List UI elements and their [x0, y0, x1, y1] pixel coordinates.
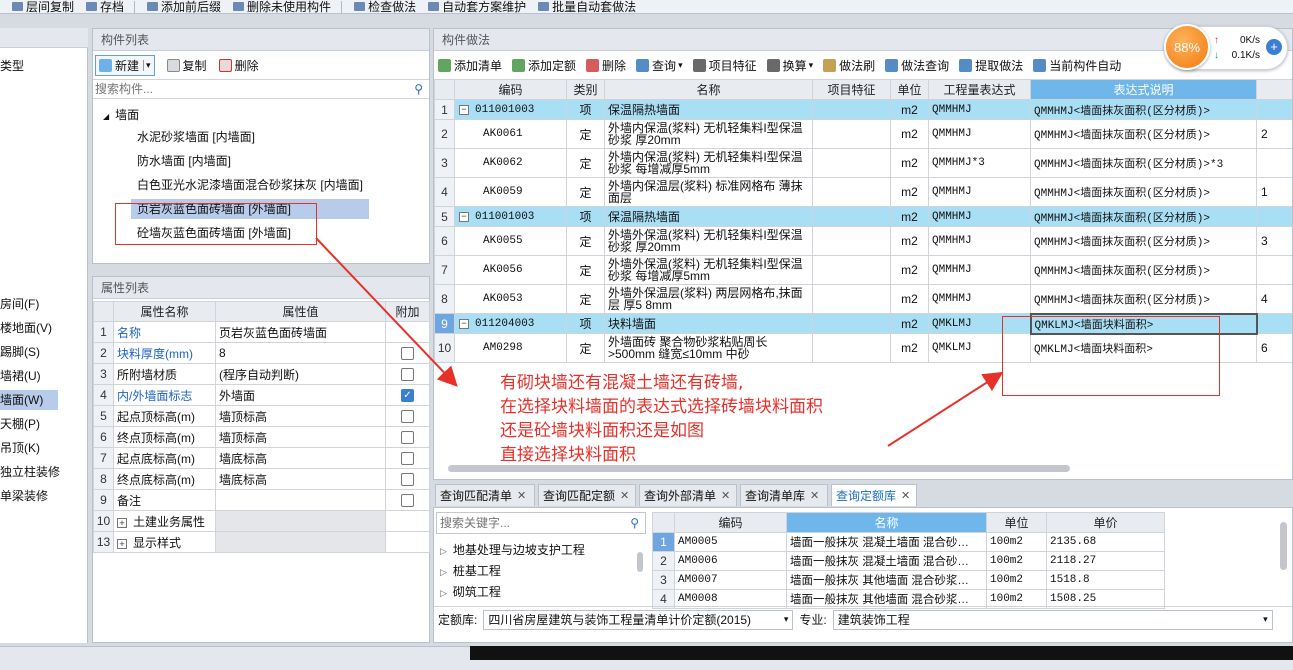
- quota-column-header[interactable]: 单价: [1046, 512, 1165, 533]
- quota-unit-cell: 100m2: [986, 532, 1047, 552]
- close-icon[interactable]: ✕: [810, 489, 819, 502]
- quota-select-value: 四川省房屋建筑与装饰工程量清单计价定额(2015): [488, 613, 752, 627]
- close-icon[interactable]: ✕: [721, 489, 730, 502]
- quota-footer: 定额库: 四川省房屋建筑与装饰工程量清单计价定额(2015) ▾ 专业: 建筑装饰…: [434, 606, 1292, 632]
- close-icon[interactable]: ✕: [901, 489, 910, 502]
- quota-unit-cell: 100m2: [986, 551, 1047, 571]
- download-arrow-icon: ↓: [1214, 50, 1219, 61]
- bottom-tab[interactable]: 查询清单库 ✕: [740, 484, 828, 506]
- bottom-tab-label: 查询定额库: [836, 489, 897, 503]
- major-label: 专业:: [799, 613, 827, 627]
- row-number: 2: [652, 551, 675, 571]
- quota-code-cell: AM0007: [674, 570, 787, 590]
- quota-code-cell: AM0006: [674, 551, 787, 571]
- close-icon[interactable]: ✕: [620, 489, 629, 502]
- quota-row[interactable]: 1 AM0005 墙面一般抹灰 混凝土墙面 混合砂… 100m2 2135.68: [652, 532, 1165, 552]
- bottom-tab-label: 查询匹配定额: [543, 489, 616, 503]
- bottom-tab[interactable]: 查询定额库 ✕: [831, 484, 917, 506]
- quota-price-cell: 1518.8: [1046, 570, 1165, 590]
- quota-name-cell: 墙面一般抹灰 其他墙面 混合砂浆…: [786, 570, 987, 590]
- bottom-content: ⚲ ▷地基处理与边坡支护工程▷桩基工程▷砌筑工程 编码名称单位单价 1AM000…: [433, 507, 1293, 643]
- quota-table: 编码 名称 单位 单价 1 AM0005 墙面一般抹灰 混凝土墙面 混合砂… 100m2 21…: [652, 512, 1165, 609]
- status-dark-area: [470, 646, 1293, 660]
- quota-tree-item[interactable]: ▷ 地基处理与边坡支护工程: [440, 540, 640, 561]
- bottom-panel: 查询匹配清单 ✕ 查询匹配定额 ✕ 查询外部清单 ✕ 查询清单库 ✕ 查询定额库 ✕ ⚲ ▷ 地基处…: [433, 484, 1293, 643]
- quota-tree-label: 地基处理与边坡支护工程: [452, 543, 585, 557]
- quota-row[interactable]: 3 AM0007 墙面一般抹灰 其他墙面 混合砂浆… 100m2 1518.8: [652, 570, 1165, 590]
- quota-label: 定额库:: [438, 613, 478, 627]
- quota-column-header[interactable]: 单位: [986, 512, 1047, 533]
- quota-name-cell: 墙面一般抹灰 混凝土墙面 混合砂…: [786, 532, 987, 552]
- add-icon[interactable]: +: [1266, 39, 1282, 55]
- quota-tree-item[interactable]: ▷ 砌筑工程: [440, 582, 640, 603]
- header-blank: [652, 512, 675, 533]
- major-select-value: 建筑装饰工程: [837, 613, 910, 627]
- chevron-down-icon[interactable]: ▾: [784, 614, 789, 625]
- quota-tree-item[interactable]: ▷ 桩基工程: [440, 561, 640, 582]
- expand-triangle-icon[interactable]: ▷: [440, 588, 447, 598]
- bottom-tabs: 查询匹配清单 ✕ 查询匹配定额 ✕ 查询外部清单 ✕ 查询清单库 ✕ 查询定额库 ✕: [433, 484, 1293, 508]
- quota-code-cell: AM0005: [674, 532, 787, 552]
- bottom-tab[interactable]: 查询匹配定额 ✕: [538, 484, 636, 506]
- quota-scrollbar[interactable]: [1280, 522, 1287, 570]
- download-speed: 0.1K/s: [1231, 50, 1260, 61]
- bottom-tab-label: 查询匹配清单: [440, 489, 513, 503]
- row-number: 3: [652, 570, 675, 590]
- quota-column-header[interactable]: 名称: [786, 512, 987, 533]
- search-icon[interactable]: ⚲: [630, 516, 639, 530]
- quota-price-cell: 2118.27: [1046, 551, 1165, 571]
- annotation-arrow-left: [315, 237, 458, 387]
- upload-speed: 0K/s: [1239, 35, 1260, 46]
- annotation-arrow-right: [887, 371, 1004, 447]
- keyword-search-input[interactable]: [437, 513, 617, 533]
- bottom-tab-label: 查询外部清单: [644, 489, 717, 503]
- quota-column-header[interactable]: 编码: [674, 512, 787, 533]
- memory-ball[interactable]: 88%: [1164, 24, 1210, 70]
- expand-triangle-icon[interactable]: ▷: [440, 567, 447, 577]
- upload-arrow-icon: ↑: [1214, 35, 1219, 46]
- quota-price-cell: 2135.68: [1046, 532, 1165, 552]
- chevron-down-icon[interactable]: ▾: [1263, 614, 1268, 625]
- quota-tree-label: 桩基工程: [452, 564, 501, 578]
- major-select[interactable]: 建筑装饰工程 ▾: [832, 609, 1273, 630]
- expand-triangle-icon[interactable]: ▷: [440, 546, 447, 556]
- quota-row[interactable]: 2 AM0006 墙面一般抹灰 混凝土墙面 混合砂… 100m2 2118.27: [652, 551, 1165, 571]
- quota-unit-cell: 100m2: [986, 570, 1047, 590]
- row-number: 1: [652, 532, 675, 552]
- quota-tree-label: 砌筑工程: [452, 585, 501, 599]
- close-icon[interactable]: ✕: [517, 489, 526, 502]
- quota-name-cell: 墙面一般抹灰 混凝土墙面 混合砂…: [786, 551, 987, 571]
- keyword-search-box[interactable]: ⚲: [436, 512, 646, 534]
- bottom-tab[interactable]: 查询匹配清单 ✕: [435, 484, 535, 506]
- bottom-tab-label: 查询清单库: [745, 489, 806, 503]
- tree-scrollbar[interactable]: [637, 552, 643, 572]
- quota-select[interactable]: 四川省房屋建筑与装饰工程量清单计价定额(2015) ▾: [483, 609, 794, 630]
- bottom-tab[interactable]: 查询外部清单 ✕: [639, 484, 737, 506]
- quota-tree: ▷ 地基处理与边坡支护工程 ▷ 桩基工程 ▷ 砌筑工程: [440, 540, 640, 603]
